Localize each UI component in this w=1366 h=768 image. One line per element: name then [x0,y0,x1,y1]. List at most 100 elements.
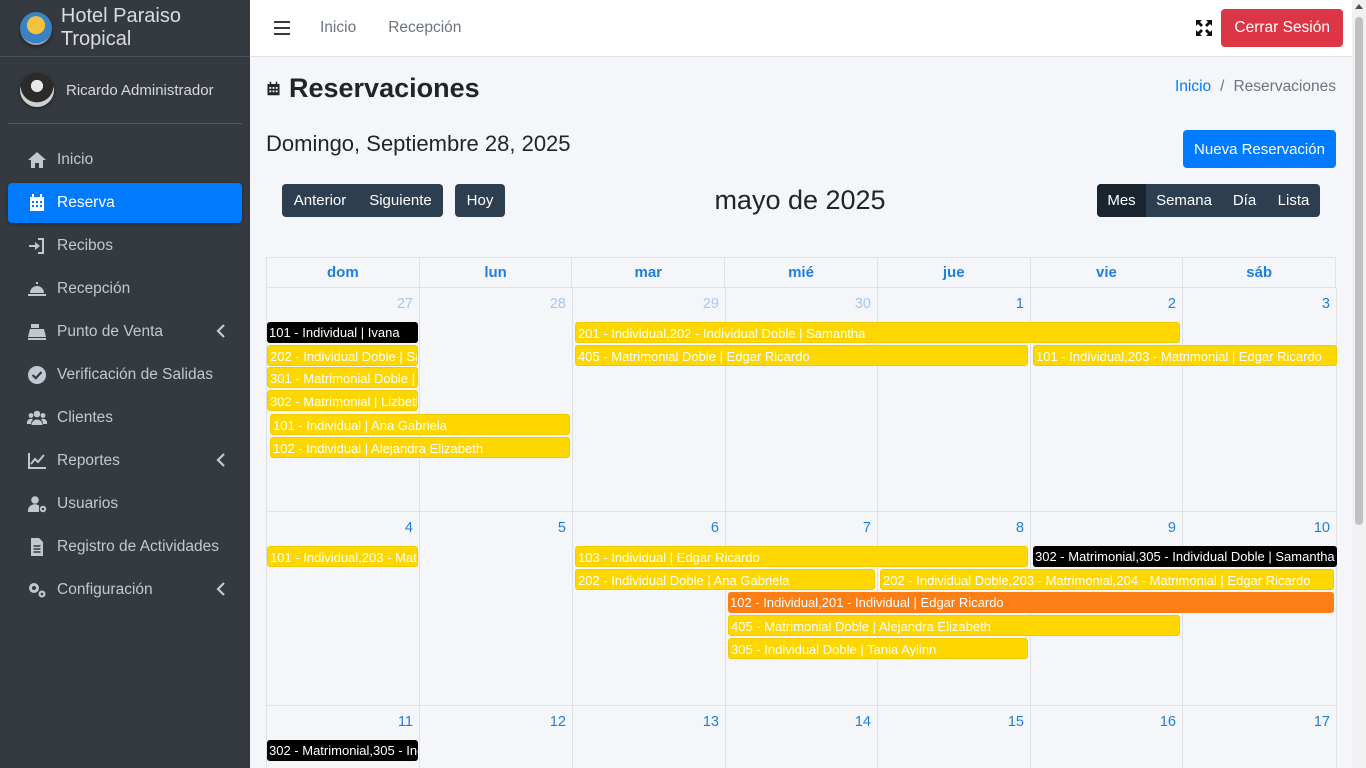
day-cell[interactable]: 17 [1183,706,1337,768]
calendar-event[interactable]: 202 - Individual Doble,203 - Matrimonial… [880,569,1334,590]
calendar-event[interactable]: 301 - Matrimonial Doble | Alejandra [267,367,418,388]
weekday-mie[interactable]: mié [725,258,878,288]
calendar-event[interactable]: 302 - Matrimonial,305 - Individual Doble… [267,740,418,761]
check-circle-icon [26,364,48,386]
today-button-group: Hoy [455,184,505,217]
view-week-button[interactable]: Semana [1146,184,1222,217]
day-cell[interactable]: 28 [420,288,573,512]
fullscreen-icon[interactable] [1196,20,1212,36]
calendar-event[interactable]: 405 - Matrimonial Doble | Alejandra Eliz… [728,615,1180,636]
today-button[interactable]: Hoy [455,184,505,217]
day-number[interactable]: 29 [703,296,719,312]
sidebar-item-label: Inicio [57,151,94,168]
day-cell[interactable]: 6 [573,512,726,706]
weekday-dom[interactable]: dom [267,258,420,288]
calendar-event[interactable]: 201 - Individual,202 - Individual Doble … [575,322,1180,343]
prev-button[interactable]: Anterior [282,184,358,217]
day-number[interactable]: 8 [1016,520,1024,536]
day-cell[interactable]: 3 [1183,288,1337,512]
day-cell[interactable]: 12 [420,706,573,768]
view-day-button[interactable]: Día [1222,184,1267,217]
day-cell[interactable]: 16 [1031,706,1183,768]
calendar-event[interactable]: 405 - Matrimonial Doble | Edgar Ricardo [575,345,1028,366]
day-cell[interactable]: 5 [420,512,573,706]
scroll-thumb[interactable] [1355,17,1363,525]
day-number[interactable]: 13 [703,714,719,730]
day-number[interactable]: 1 [1016,296,1024,312]
topnav-link-recepcion[interactable]: Recepción [388,19,461,37]
day-number[interactable]: 27 [397,296,413,312]
sidebar-item-registro-actividades[interactable]: Registro de Actividades [8,527,242,567]
view-month-button[interactable]: Mes [1097,184,1146,217]
day-number[interactable]: 30 [855,296,871,312]
weekday-vie[interactable]: vie [1030,258,1184,288]
breadcrumb-home-link[interactable]: Inicio [1175,78,1211,96]
day-number[interactable]: 7 [863,520,871,536]
day-number[interactable]: 9 [1168,520,1176,536]
calendar-title: mayo de 2025 [714,185,886,215]
sidebar-item-verificacion-salidas[interactable]: Verificación de Salidas [8,355,242,395]
sidebar-item-recibos[interactable]: Recibos [8,226,242,266]
day-number[interactable]: 2 [1168,296,1176,312]
sidebar-item-punto-de-venta[interactable]: Punto de Venta [8,312,242,352]
view-list-button[interactable]: Lista [1267,184,1320,217]
user-panel[interactable]: Ricardo Administrador [8,57,242,124]
calendar-event[interactable]: 302 - Matrimonial | Lizbeth [267,390,418,411]
day-cell[interactable]: 14 [726,706,878,768]
day-number[interactable]: 12 [550,714,566,730]
day-number[interactable]: 15 [1008,714,1024,730]
calendar-event[interactable]: 302 - Matrimonial,305 - Individual Doble… [1033,546,1337,567]
menu-toggle-icon[interactable] [274,21,290,35]
day-number[interactable]: 11 [398,714,413,730]
weekday-jue[interactable]: jue [877,258,1031,288]
calendar-icon [26,192,48,214]
day-number[interactable]: 4 [405,520,413,536]
day-number[interactable]: 10 [1314,520,1330,536]
calendar-event[interactable]: 103 - Individual | Edgar Ricardo [575,546,1028,567]
user-name[interactable]: Ricardo Administrador [66,82,214,99]
nav-button-group: Anterior Siguiente [282,184,443,217]
chevron-left-icon [216,324,226,338]
day-number[interactable]: 28 [550,296,566,312]
avatar [20,73,54,107]
calendar-event[interactable]: 202 - Individual Doble | Samantha [267,345,418,366]
weekday-lun[interactable]: lun [419,258,573,288]
calendar-event[interactable]: 102 - Individual | Alejandra Elizabeth [270,437,570,458]
sidebar-item-label: Recibos [57,237,113,254]
calendar-event[interactable]: 102 - Individual,201 - Individual | Edga… [728,592,1334,613]
logout-button[interactable]: Cerrar Sesión [1221,9,1343,47]
sidebar-item-configuracion[interactable]: Configuración [8,570,242,610]
weekday-sab[interactable]: sáb [1183,258,1337,288]
day-number[interactable]: 16 [1160,714,1176,730]
calendar-event[interactable]: 101 - Individual | Ana Gabriela [270,414,570,435]
sidebar-item-clientes[interactable]: Clientes [8,398,242,438]
new-reservation-button[interactable]: Nueva Reservación [1183,130,1336,168]
sidebar-nav: Inicio Reserva Recibos Recepción Punto d… [0,140,250,610]
brand-link[interactable]: Hotel Paraiso Tropical [0,0,250,57]
sidebar-item-inicio[interactable]: Inicio [8,140,242,180]
page-scrollbar[interactable] [1352,0,1366,768]
day-cell[interactable]: 15 [878,706,1031,768]
sidebar-item-reportes[interactable]: Reportes [8,441,242,481]
sidebar-item-usuarios[interactable]: Usuarios [8,484,242,524]
weekday-mar[interactable]: mar [572,258,726,288]
next-button[interactable]: Siguiente [358,184,443,217]
day-number[interactable]: 6 [711,520,719,536]
day-number[interactable]: 17 [1314,714,1330,730]
day-cell[interactable]: 13 [573,706,726,768]
topnav-link-inicio[interactable]: Inicio [320,19,356,37]
calendar-event[interactable]: 101 - Individual,203 - Matrimonial | Edg… [267,546,418,567]
calendar-event[interactable]: 202 - Individual Doble | Ana Gabriela [575,569,875,590]
sidebar-item-reserva[interactable]: Reserva [8,183,242,223]
sidebar-item-recepcion[interactable]: Recepción [8,269,242,309]
day-cell[interactable]: 4 [267,512,420,706]
day-number[interactable]: 5 [558,520,566,536]
sidebar-item-label: Verificación de Salidas [57,366,213,383]
sidebar-item-label: Reportes [57,452,120,469]
day-number[interactable]: 3 [1322,296,1330,312]
scroll-up-arrow-icon[interactable] [1355,4,1363,9]
calendar-event[interactable]: 305 - Individual Doble | Tania Aylinn [728,638,1028,659]
day-number[interactable]: 14 [855,714,871,730]
calendar-event[interactable]: 101 - Individual,203 - Matrimonial | Edg… [1033,345,1337,366]
calendar-event[interactable]: 101 - Individual | Ivana [267,322,418,343]
